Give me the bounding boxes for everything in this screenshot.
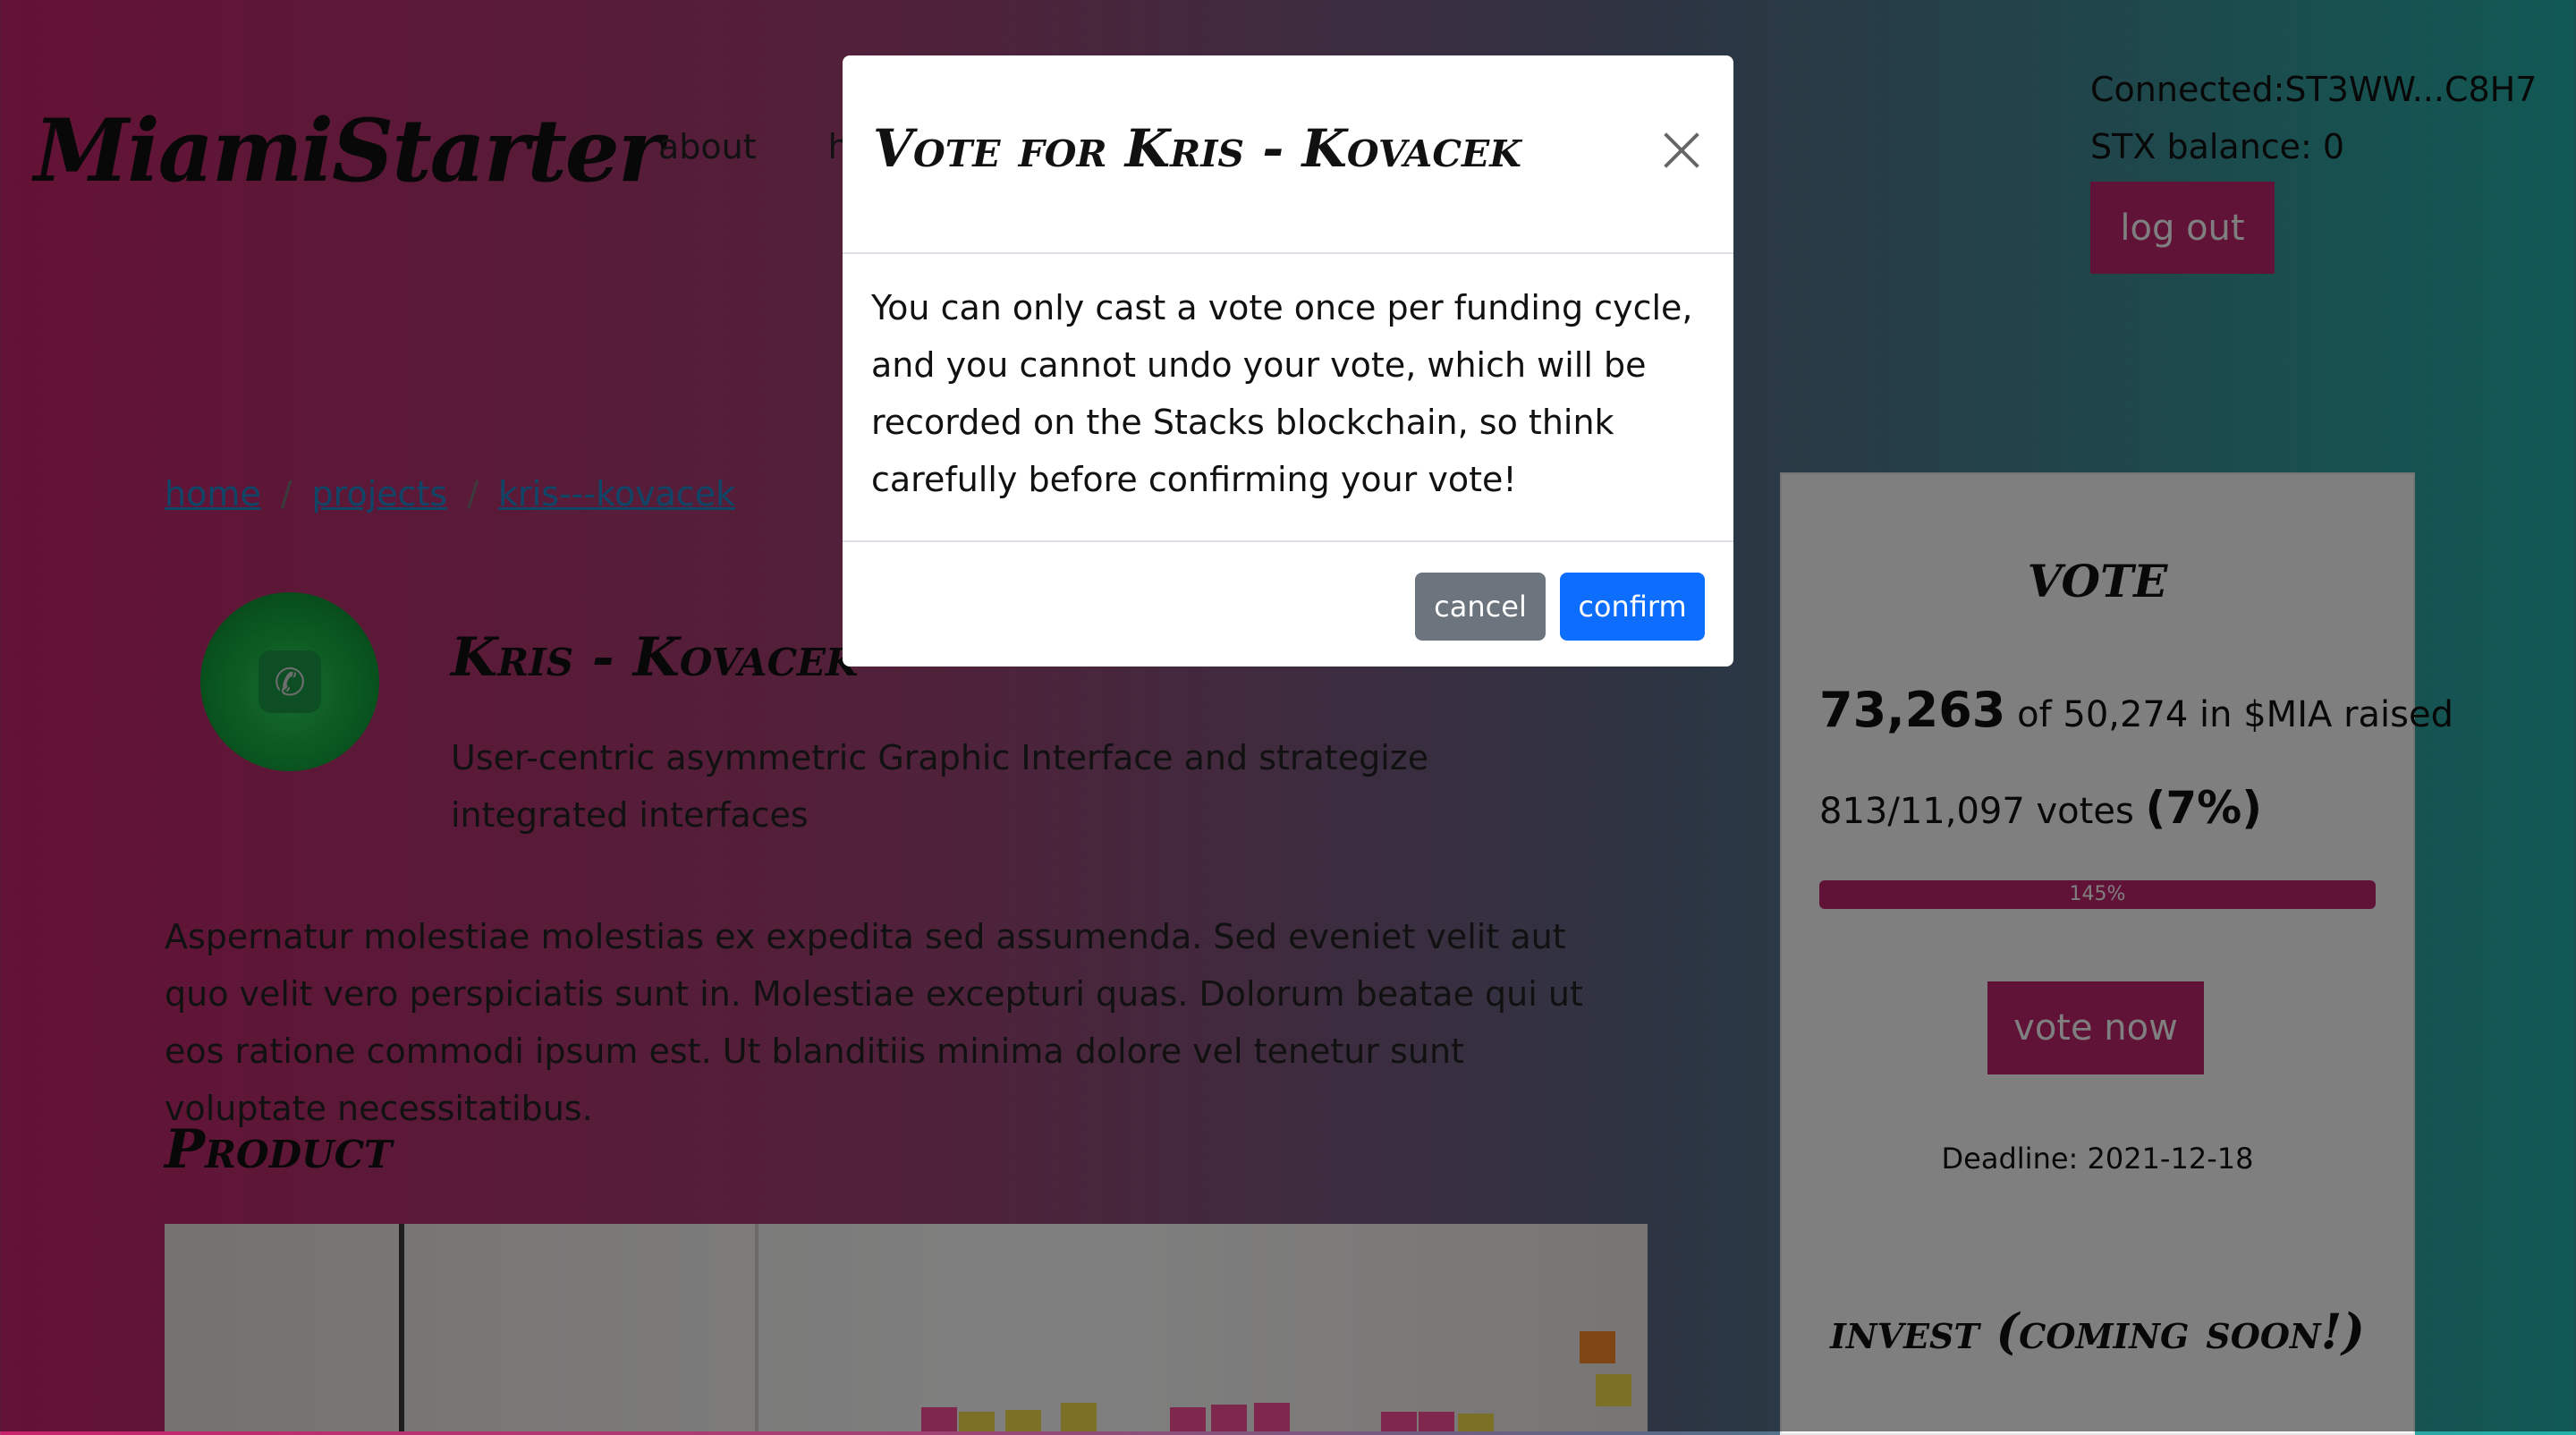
confirm-button[interactable]: confirm <box>1560 573 1705 641</box>
vote-confirm-modal: Vote for Kris - Kovacek You can only cas… <box>843 55 1733 667</box>
close-icon[interactable] <box>1649 118 1712 181</box>
modal-body: You can only cast a vote once per fundin… <box>871 288 1693 499</box>
modal-footer: cancel confirm <box>843 540 1733 667</box>
modal-header: Vote for Kris - Kovacek <box>843 55 1733 254</box>
modal-title: Vote for Kris - Kovacek <box>873 118 1521 179</box>
cancel-button[interactable]: cancel <box>1415 573 1546 641</box>
